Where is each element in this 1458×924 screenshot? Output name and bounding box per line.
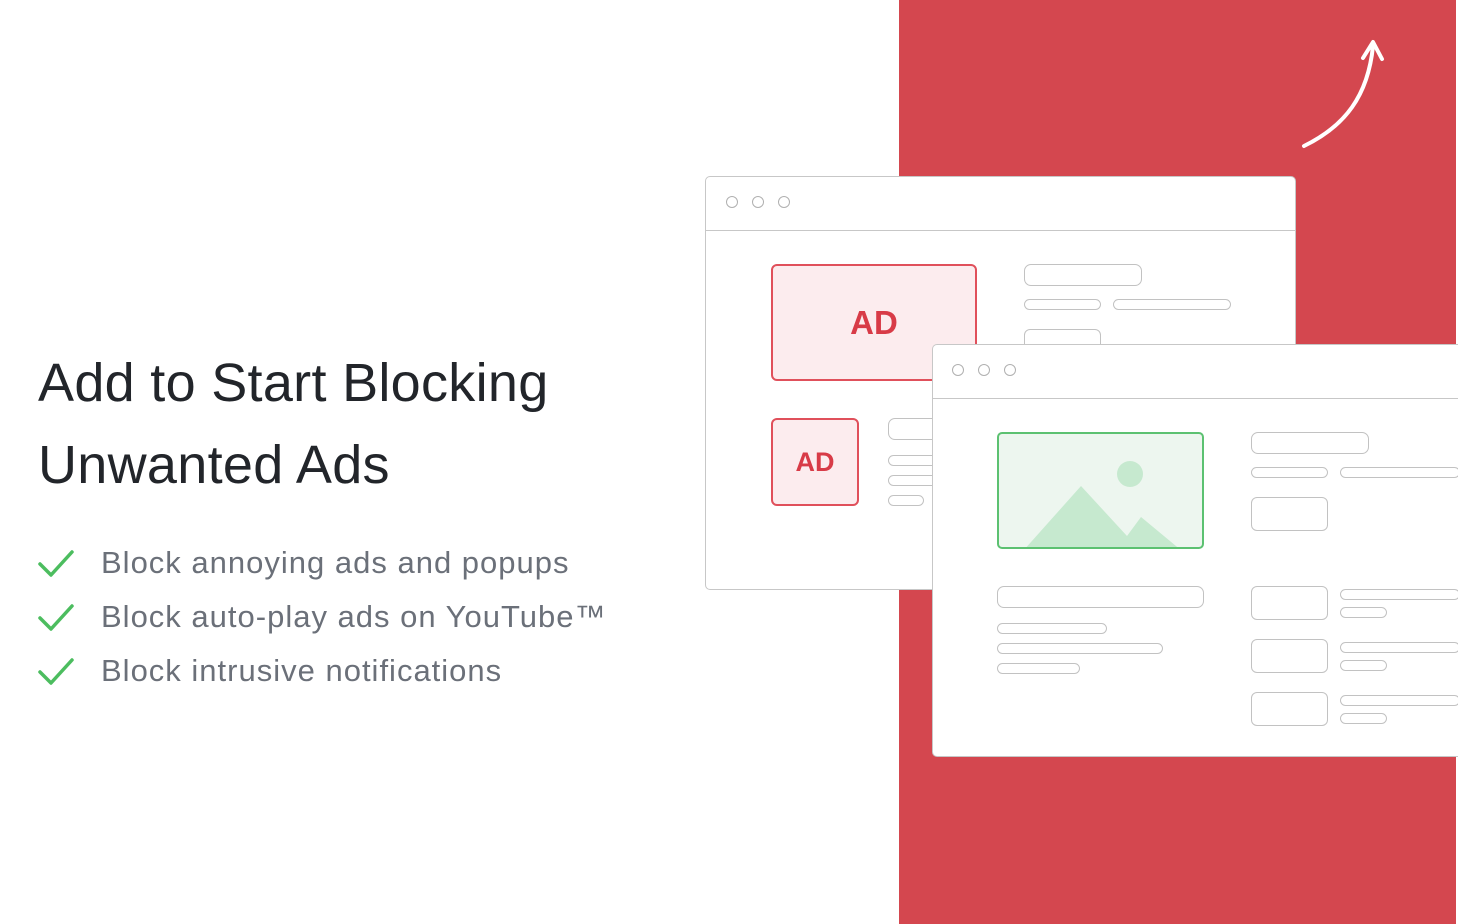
content-placeholder <box>1024 264 1142 286</box>
curved-arrow-icon <box>1302 40 1384 148</box>
content-placeholder <box>1113 299 1231 310</box>
content-placeholder <box>1251 639 1328 673</box>
content-placeholder <box>1340 660 1387 671</box>
content-placeholder <box>1251 692 1328 726</box>
feature-text: Block annoying ads and popups <box>101 545 570 580</box>
window-dot-icon <box>1004 364 1016 376</box>
content-placeholder <box>888 495 924 506</box>
browser-window-ad-free <box>932 344 1458 757</box>
feature-item: Block annoying ads and popups <box>38 536 607 590</box>
feature-text: Block intrusive notifications <box>101 653 503 688</box>
window-titlebar <box>706 177 1295 231</box>
headline-line-2: Unwanted Ads <box>38 435 390 495</box>
content-placeholder <box>1340 642 1458 653</box>
content-placeholder <box>1340 607 1387 618</box>
feature-item: Block auto-play ads on YouTube™ <box>38 590 607 644</box>
check-icon <box>38 658 74 685</box>
feature-text: Block auto-play ads on YouTube™ <box>101 599 607 634</box>
window-dot-icon <box>778 196 790 208</box>
check-icon <box>38 550 74 577</box>
image-placeholder <box>997 432 1204 549</box>
content-placeholder <box>1024 299 1101 310</box>
window-dot-icon <box>978 364 990 376</box>
ad-placeholder-small: AD <box>771 418 859 506</box>
window-titlebar <box>933 345 1458 399</box>
feature-list: Block annoying ads and popups Block auto… <box>38 536 607 698</box>
feature-item: Block intrusive notifications <box>38 644 607 698</box>
content-placeholder <box>1340 467 1458 478</box>
content-placeholder <box>997 663 1080 674</box>
content-placeholder <box>1340 589 1458 600</box>
content-placeholder <box>1251 467 1328 478</box>
content-placeholder <box>1340 695 1458 706</box>
window-dot-icon <box>952 364 964 376</box>
landscape-image-icon <box>1026 461 1178 547</box>
content-placeholder <box>1251 586 1328 620</box>
page-headline: Add to Start Blocking Unwanted Ads <box>38 342 549 506</box>
content-placeholder <box>997 623 1107 634</box>
window-dot-icon <box>752 196 764 208</box>
content-placeholder <box>997 586 1204 608</box>
content-placeholder <box>997 643 1163 654</box>
content-placeholder <box>1251 497 1328 531</box>
headline-line-1: Add to Start Blocking <box>38 353 549 413</box>
check-icon <box>38 604 74 631</box>
content-placeholder <box>1340 713 1387 724</box>
content-placeholder <box>1251 432 1369 454</box>
window-dot-icon <box>726 196 738 208</box>
